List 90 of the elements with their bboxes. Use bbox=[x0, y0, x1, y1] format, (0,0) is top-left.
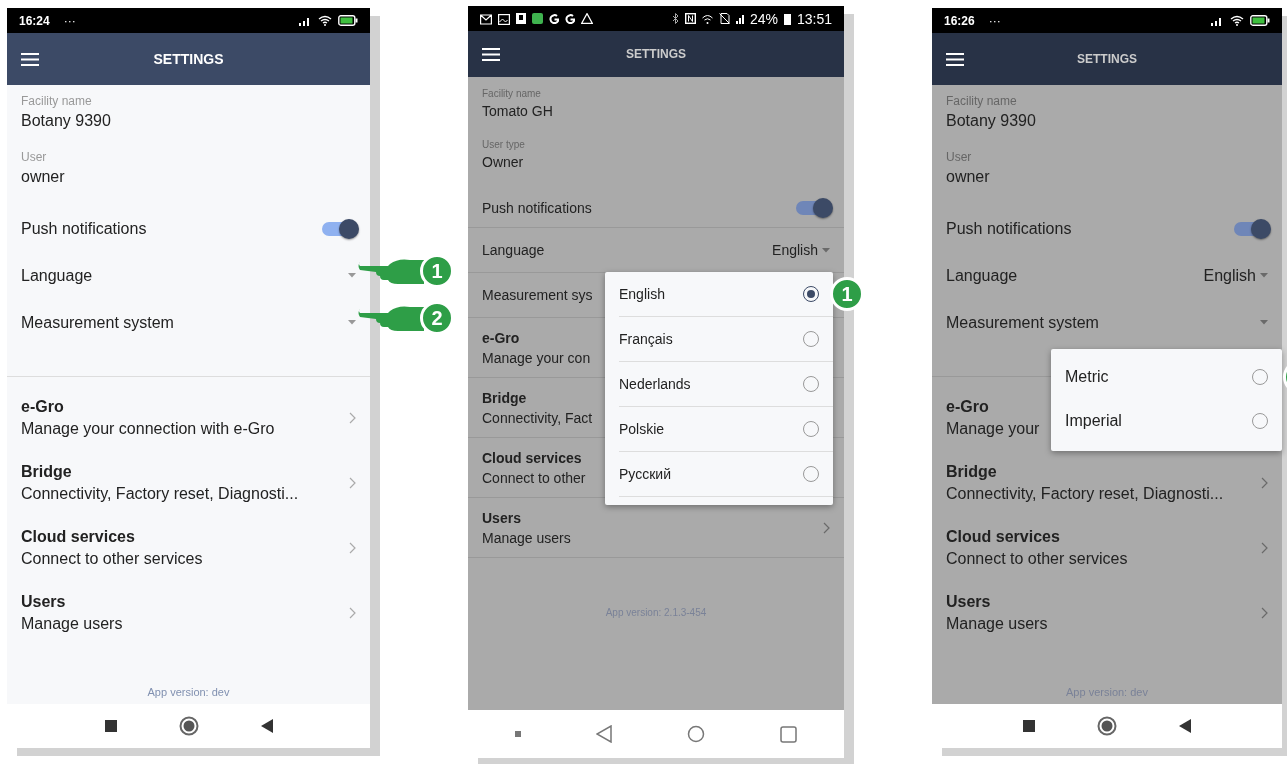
setting-label: Language bbox=[21, 266, 93, 285]
wifi-icon bbox=[701, 13, 713, 24]
home-icon[interactable] bbox=[178, 716, 199, 736]
settings-link[interactable]: Users Manage users bbox=[21, 590, 123, 635]
caret-icon[interactable] bbox=[348, 273, 356, 278]
battery-icon bbox=[1250, 15, 1270, 26]
dropdown-value[interactable]: English bbox=[1203, 266, 1256, 285]
more-dots: ··· bbox=[63, 13, 76, 28]
settings-link[interactable]: e-Gro Manage your con bbox=[482, 327, 591, 368]
settings-link[interactable]: Users Manage users bbox=[946, 590, 1048, 635]
setting-label: Push notifications bbox=[21, 219, 147, 238]
status-time: 16:26 bbox=[944, 13, 975, 28]
warning-icon bbox=[581, 13, 593, 24]
settings-link[interactable]: Cloud services Connect to other bbox=[482, 447, 586, 488]
home-icon[interactable] bbox=[686, 725, 705, 743]
setting-label: Push notifications bbox=[482, 200, 592, 216]
settings-link[interactable]: Bridge Connectivity, Fact bbox=[482, 387, 593, 428]
step-number-badge: 1 bbox=[830, 277, 864, 311]
status-time: 13:51 bbox=[796, 10, 832, 27]
more-dots: ··· bbox=[988, 13, 1001, 28]
wifi-icon bbox=[318, 15, 332, 26]
settings-link[interactable]: Bridge Connectivity, Factory reset, Diagnosti... bbox=[21, 460, 299, 505]
screen-title: SETTINGS bbox=[626, 47, 686, 61]
bluetooth-icon bbox=[671, 13, 679, 24]
field-label: Facility name bbox=[482, 87, 542, 101]
image-icon bbox=[498, 12, 510, 25]
dropdown-option[interactable]: Polskie bbox=[619, 407, 833, 452]
field-label: User bbox=[946, 149, 973, 165]
settings-link[interactable]: Users Manage users bbox=[482, 507, 571, 548]
status-time: 16:24 bbox=[19, 13, 50, 28]
dropdown-option[interactable]: Metric bbox=[1065, 355, 1282, 399]
settings-link[interactable]: Cloud services Connect to other services bbox=[946, 525, 1128, 570]
toggle-switch[interactable] bbox=[796, 201, 830, 215]
screen-title: SETTINGS bbox=[153, 51, 224, 67]
setting-label: Language bbox=[946, 266, 1018, 285]
mail-icon bbox=[480, 12, 492, 25]
back-icon[interactable] bbox=[1179, 719, 1191, 733]
dropdown-option[interactable]: Imperial bbox=[1065, 399, 1282, 443]
toggle-switch[interactable] bbox=[1234, 221, 1268, 236]
dropdown-option[interactable]: Nederlands bbox=[619, 362, 833, 407]
field-value: owner bbox=[21, 167, 66, 187]
wifi-icon bbox=[1230, 15, 1244, 26]
caret-icon[interactable] bbox=[1260, 273, 1268, 278]
menu-icon[interactable] bbox=[482, 47, 500, 61]
setting-label: Push notifications bbox=[946, 219, 1072, 238]
setting-label: Measurement system bbox=[946, 313, 1099, 332]
setting-label: Language bbox=[482, 242, 545, 258]
google-icon bbox=[565, 13, 575, 24]
back-icon[interactable] bbox=[260, 719, 273, 733]
setting-label: Measurement sys bbox=[482, 287, 593, 303]
caret-icon[interactable] bbox=[822, 247, 830, 253]
battery-icon bbox=[783, 12, 791, 25]
battery-percent: 24% bbox=[749, 10, 778, 27]
screen-title: SETTINGS bbox=[1077, 52, 1137, 66]
toggle-switch[interactable] bbox=[322, 221, 356, 236]
caret-icon[interactable] bbox=[348, 320, 356, 325]
step-number-badge: 1 bbox=[420, 254, 454, 288]
field-value: owner bbox=[946, 167, 991, 187]
field-label: Facility name bbox=[21, 93, 93, 109]
signal-icon bbox=[735, 13, 744, 24]
settings-link[interactable]: e-Gro Manage your connection with e-Gro bbox=[21, 395, 275, 440]
no-sim-icon bbox=[718, 13, 730, 24]
battery-icon bbox=[338, 15, 358, 26]
settings-link[interactable]: Bridge Connectivity, Factory reset, Diagnosti... bbox=[946, 460, 1224, 505]
menu-icon[interactable] bbox=[21, 52, 39, 66]
signal-icon bbox=[298, 15, 312, 26]
field-value: Botany 9390 bbox=[21, 111, 112, 131]
home-icon[interactable] bbox=[1097, 716, 1117, 736]
google-icon bbox=[549, 13, 559, 24]
app-icon bbox=[532, 13, 543, 24]
field-value: Botany 9390 bbox=[946, 111, 1037, 131]
app-icon bbox=[516, 13, 526, 24]
recents-icon[interactable] bbox=[104, 720, 117, 732]
field-label: User type bbox=[482, 138, 526, 152]
setting-label: Measurement system bbox=[21, 313, 174, 332]
settings-link[interactable]: e-Gro Manage your bbox=[946, 395, 1040, 440]
nfc-icon bbox=[684, 13, 696, 24]
dropdown-value[interactable]: English bbox=[772, 242, 818, 258]
field-label: Facility name bbox=[946, 93, 1018, 109]
step-number-badge: 2 bbox=[420, 301, 454, 335]
field-value: Owner bbox=[482, 153, 525, 172]
dropdown-option[interactable]: Русский bbox=[619, 452, 833, 497]
menu-icon[interactable] bbox=[946, 52, 964, 66]
dropdown-option[interactable]: Français bbox=[619, 317, 833, 362]
signal-icon bbox=[1210, 15, 1224, 26]
settings-link[interactable]: Cloud services Connect to other services bbox=[21, 525, 203, 570]
field-value: Tomato GH bbox=[482, 102, 554, 121]
caret-icon[interactable] bbox=[1260, 320, 1268, 325]
app-version: App version: dev bbox=[147, 686, 230, 698]
field-label: User bbox=[21, 149, 48, 165]
